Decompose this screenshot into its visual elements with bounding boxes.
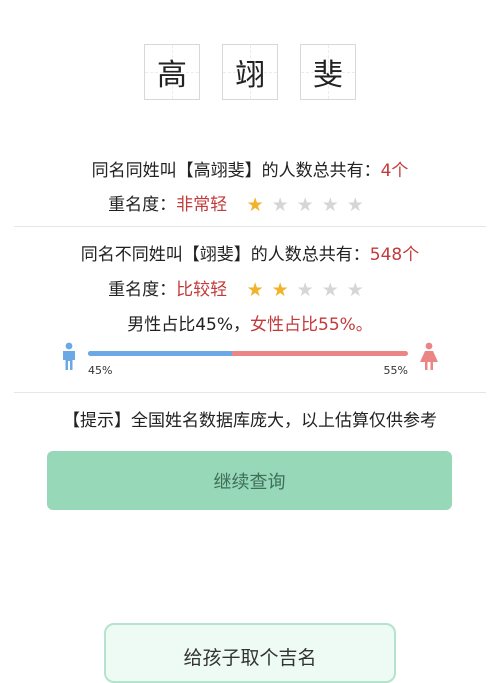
diff-surname-duplicate-level: 比较轻	[176, 280, 228, 300]
female-icon	[420, 342, 438, 370]
section-divider	[14, 226, 486, 227]
name-char-box-2: 翊	[222, 44, 278, 100]
name-char-1: 高	[157, 58, 187, 93]
same-surname-duplicate-label: 重名度：	[108, 195, 177, 215]
star-icon: ★	[321, 194, 339, 216]
diff-surname-duplicate-line: 重名度：比较轻 ★ ★ ★ ★ ★	[0, 275, 490, 301]
same-surname-rating: ★ ★ ★ ★ ★	[247, 194, 372, 216]
male-percent-label: 45%	[88, 364, 113, 377]
gender-ratio-bar: 45% 55%	[60, 342, 440, 378]
diff-surname-count-prefix: 同名不同姓叫【翊斐】的人数总共有：	[80, 245, 370, 265]
star-icon: ★	[296, 279, 314, 301]
continue-query-button[interactable]: 继续查询	[47, 451, 452, 510]
diff-surname-count-line: 同名不同姓叫【翊斐】的人数总共有：548个	[0, 240, 500, 265]
star-icon: ★	[271, 279, 289, 301]
male-share-fill	[88, 351, 232, 356]
same-surname-duplicate-level: 非常轻	[176, 195, 228, 215]
female-ratio-text: 女性占比55%。	[250, 315, 373, 335]
name-characters: 高 翊 斐	[0, 44, 500, 100]
tip-text: 【提示】全国姓名数据库庞大，以上估算仅供参考	[63, 411, 437, 431]
same-surname-count-line: 同名同姓叫【高翊斐】的人数总共有：4个	[0, 156, 500, 181]
male-icon	[63, 342, 75, 370]
female-percent-label: 55%	[383, 364, 408, 377]
diff-surname-count-value: 548个	[369, 245, 420, 265]
star-icon: ★	[296, 194, 314, 216]
star-icon: ★	[246, 194, 264, 216]
same-surname-count-value: 4个	[380, 161, 409, 181]
male-ratio-text: 男性占比45%，	[127, 315, 250, 335]
gender-ratio-line: 男性占比45%，女性占比55%。	[0, 310, 500, 335]
star-icon: ★	[321, 279, 339, 301]
diff-surname-rating: ★ ★ ★ ★ ★	[247, 279, 372, 301]
same-surname-duplicate-line: 重名度：非常轻 ★ ★ ★ ★ ★	[0, 190, 490, 216]
section-divider	[14, 392, 486, 393]
star-icon: ★	[346, 194, 364, 216]
star-icon: ★	[271, 194, 289, 216]
name-char-box-1: 高	[144, 44, 200, 100]
name-child-button[interactable]: 给孩子取个吉名	[104, 623, 396, 683]
name-char-2: 翊	[235, 58, 265, 93]
gender-bar-track	[88, 351, 408, 356]
star-icon: ★	[246, 279, 264, 301]
name-char-3: 斐	[313, 58, 343, 93]
name-char-box-3: 斐	[300, 44, 356, 100]
same-surname-count-prefix: 同名同姓叫【高翊斐】的人数总共有：	[91, 161, 381, 181]
star-icon: ★	[346, 279, 364, 301]
diff-surname-duplicate-label: 重名度：	[108, 280, 177, 300]
